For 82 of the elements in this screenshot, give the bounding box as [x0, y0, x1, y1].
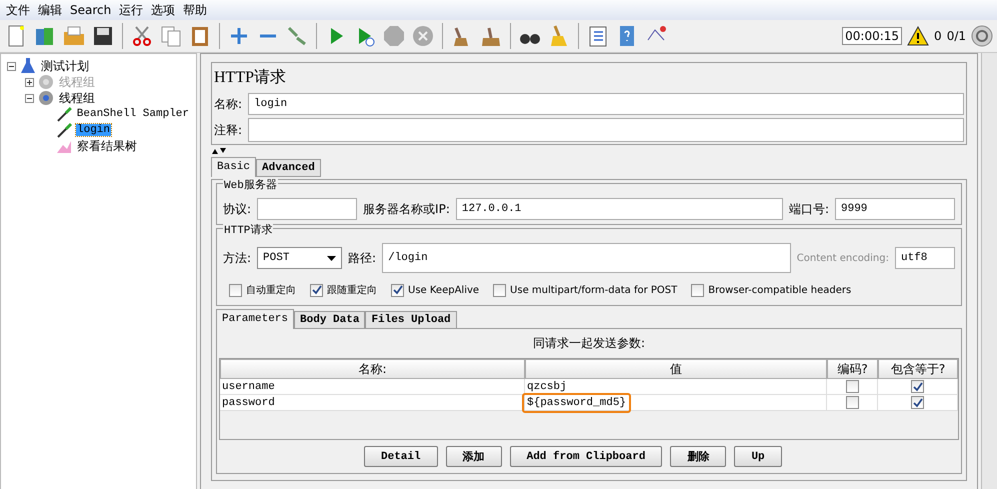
gear-icon	[37, 73, 55, 91]
checkbox-label: Browser-compatible headers	[708, 284, 852, 296]
scrollbar[interactable]	[981, 53, 997, 489]
group-title: HTTP请求	[223, 222, 274, 237]
table-button[interactable]: Detail	[364, 446, 438, 467]
method-dropdown[interactable]: POST	[257, 247, 342, 269]
encoding-field[interactable]: utf8	[895, 247, 955, 269]
encoding-label: Content encoding:	[796, 252, 889, 264]
plus-icon	[26, 78, 33, 86]
column-header[interactable]: 值	[525, 359, 827, 379]
table-cell: password	[220, 395, 525, 411]
table-button[interactable]: 添加	[446, 446, 502, 467]
table-cell: username	[220, 379, 525, 395]
checkbox-label: 跟随重定向	[327, 284, 377, 297]
stop-icon[interactable]	[382, 24, 406, 48]
tree-item[interactable]: 测试计划	[40, 58, 90, 74]
path-label: 路径:	[348, 250, 376, 266]
server-field[interactable]: 127.0.0.1	[456, 198, 783, 220]
scissors-icon[interactable]	[130, 24, 154, 48]
name-field[interactable]: login	[248, 93, 964, 115]
collapse-toggle[interactable]	[7, 62, 16, 70]
tab[interactable]: Body Data	[294, 311, 366, 329]
port-label: 端口号:	[788, 200, 829, 218]
protocol-field[interactable]	[257, 198, 358, 220]
expand-icon[interactable]	[971, 25, 993, 47]
column-header[interactable]: 包含等于?	[878, 359, 958, 379]
checkbox[interactable]	[846, 380, 858, 393]
comment-field[interactable]	[248, 118, 964, 142]
menu-item[interactable]: 运行	[115, 2, 148, 18]
column-header[interactable]: 编码?	[827, 359, 878, 379]
port-field[interactable]: 9999	[835, 198, 955, 220]
tree-item[interactable]: 察看结果树	[76, 138, 138, 154]
comment-label: 注释:	[214, 122, 242, 138]
checkbox[interactable]	[229, 284, 242, 296]
checkbox-label: Use multipart/form-data for POST	[510, 284, 678, 296]
menu-item[interactable]: 编辑	[34, 2, 66, 18]
collapse-toggle[interactable]	[25, 94, 34, 102]
flask-icon	[19, 57, 37, 75]
checkbox[interactable]	[911, 380, 924, 393]
checkbox[interactable]	[911, 396, 924, 409]
tree-item[interactable]: login	[76, 124, 112, 136]
table-button[interactable]: Up	[734, 446, 782, 467]
checkbox-label: 自动重定向	[246, 284, 296, 297]
menu-item[interactable]: Search	[66, 3, 116, 17]
checkbox[interactable]	[310, 284, 323, 296]
caret-icon	[327, 256, 336, 260]
warning-count: 0	[934, 29, 942, 43]
method-label: 方法:	[223, 250, 252, 266]
copy-icon[interactable]	[159, 24, 183, 48]
table-caption: 同请求一起发送参数:	[532, 335, 646, 352]
tab[interactable]: Basic	[211, 157, 256, 177]
checkbox[interactable]	[391, 284, 404, 296]
table-button[interactable]: Add from Clipboard	[510, 446, 662, 467]
checkbox[interactable]	[493, 284, 506, 296]
menu-item[interactable]: 选项	[147, 2, 180, 18]
thread-count: 0/1	[946, 29, 966, 43]
table-cell: qzcsbj	[525, 379, 827, 395]
checkbox[interactable]	[846, 396, 858, 409]
group-title: Web服务器	[223, 177, 278, 192]
panel-title: HTTP请求	[214, 68, 287, 88]
splitter-arrows-icon[interactable]	[211, 148, 227, 154]
table-button[interactable]: 删除	[670, 446, 726, 467]
checkbox[interactable]	[691, 284, 704, 296]
tab[interactable]: Parameters	[216, 309, 294, 329]
cross-icon[interactable]	[411, 24, 435, 48]
warning-icon[interactable]	[907, 26, 930, 46]
protocol-label: 协议:	[223, 200, 252, 218]
server-label: 服务器名称或IP:	[363, 200, 450, 218]
tree-item[interactable]: BeanShell Sampler	[76, 108, 190, 120]
menu-item[interactable]: 文件	[2, 2, 34, 18]
tab[interactable]: Files Upload	[365, 311, 457, 329]
gear-icon	[37, 89, 55, 107]
elapsed-time: 00:00:15	[842, 27, 902, 45]
path-field[interactable]: /login	[382, 243, 791, 273]
column-header[interactable]: 名称:	[220, 359, 525, 379]
name-label: 名称:	[214, 96, 242, 112]
menu-item[interactable]: 帮助	[179, 2, 212, 18]
tree-item[interactable]: 线程组	[58, 90, 96, 106]
folder-icon[interactable]	[62, 24, 86, 48]
tab[interactable]: Advanced	[256, 159, 321, 177]
table-cell: ${password_md5}	[525, 395, 827, 411]
checkbox-label: Use KeepAlive	[408, 284, 480, 296]
